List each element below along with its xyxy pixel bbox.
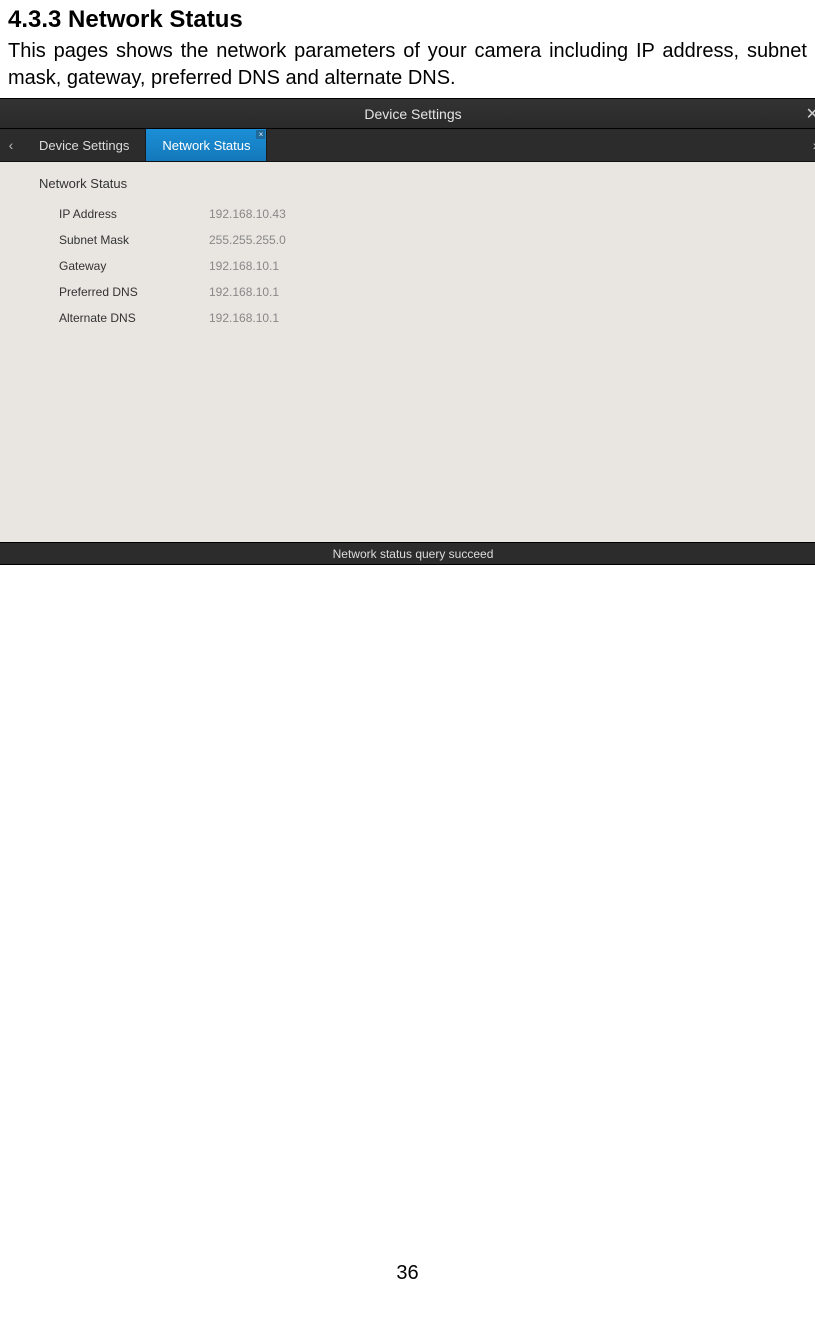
tab-device-settings[interactable]: Device Settings bbox=[23, 129, 146, 161]
statusbar-text: Network status query succeed bbox=[333, 547, 494, 561]
tabs-scroll-right-button[interactable]: › bbox=[803, 129, 815, 161]
field-row-preferred-dns: Preferred DNS 192.168.10.1 bbox=[59, 279, 787, 305]
statusbar: Network status query succeed bbox=[0, 542, 815, 564]
tabs-scroll-left-button[interactable]: ‹ bbox=[0, 129, 23, 161]
section-description: This pages shows the network parameters … bbox=[8, 38, 807, 92]
panel-title: Network Status bbox=[39, 176, 787, 191]
tab-label: Network Status bbox=[162, 138, 250, 153]
close-icon[interactable]: ✕ bbox=[806, 104, 815, 124]
field-row-subnet-mask: Subnet Mask 255.255.255.0 bbox=[59, 227, 787, 253]
section-heading: 4.3.3 Network Status bbox=[8, 6, 807, 34]
tab-close-icon[interactable]: × bbox=[256, 130, 265, 139]
app-window: Device Settings ✕ ‹ Device Settings Netw… bbox=[0, 98, 815, 565]
titlebar: Device Settings ✕ bbox=[0, 99, 815, 129]
field-value: 192.168.10.1 bbox=[209, 285, 279, 299]
titlebar-title: Device Settings bbox=[364, 106, 461, 122]
field-label: Preferred DNS bbox=[59, 285, 209, 299]
field-row-alternate-dns: Alternate DNS 192.168.10.1 bbox=[59, 305, 787, 331]
field-value: 192.168.10.43 bbox=[209, 207, 286, 221]
field-row-ip-address: IP Address 192.168.10.43 bbox=[59, 201, 787, 227]
field-label: Subnet Mask bbox=[59, 233, 209, 247]
content-area: Network Status IP Address 192.168.10.43 … bbox=[0, 162, 815, 542]
field-value: 192.168.10.1 bbox=[209, 311, 279, 325]
page-number: 36 bbox=[0, 1262, 815, 1285]
field-label: Alternate DNS bbox=[59, 311, 209, 325]
field-label: Gateway bbox=[59, 259, 209, 273]
tab-label: Device Settings bbox=[39, 138, 129, 153]
field-row-gateway: Gateway 192.168.10.1 bbox=[59, 253, 787, 279]
tab-network-status[interactable]: Network Status × bbox=[146, 129, 267, 161]
tabbar: ‹ Device Settings Network Status × › bbox=[0, 129, 815, 162]
field-label: IP Address bbox=[59, 207, 209, 221]
field-value: 255.255.255.0 bbox=[209, 233, 286, 247]
field-value: 192.168.10.1 bbox=[209, 259, 279, 273]
